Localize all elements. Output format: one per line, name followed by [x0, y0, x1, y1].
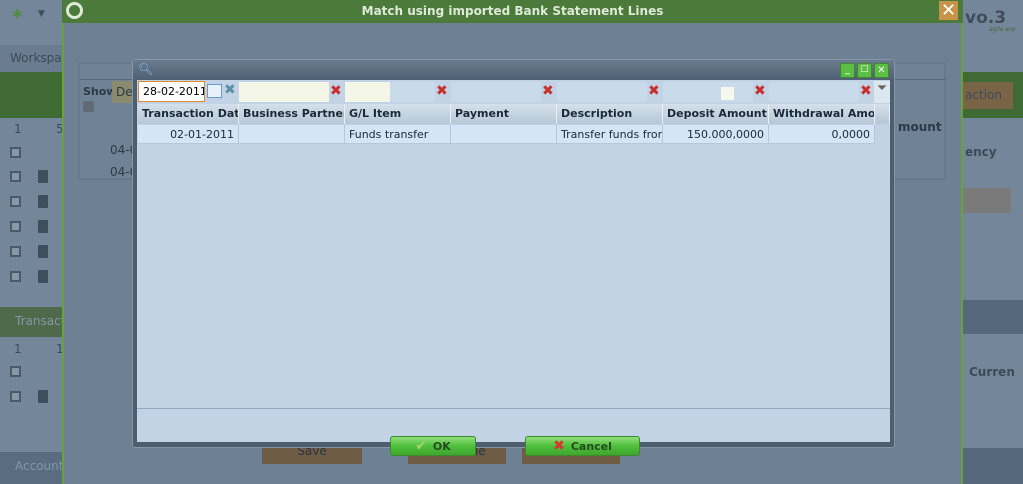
withdrawal-amount-filter[interactable]	[769, 82, 859, 102]
checkbox	[10, 171, 21, 182]
business-partner-filter[interactable]	[239, 82, 329, 102]
checkbox	[10, 246, 21, 257]
close-dialog-button[interactable]: ✕	[939, 1, 958, 20]
currency-header: Currenc	[969, 365, 1015, 379]
cell-payment	[451, 125, 557, 144]
new-transaction-button: action	[963, 82, 1013, 109]
selector-dialog-body: ✖ ✖ ✖ ✖ ✖ ✖ ✖ ⏷ Transaction Date Busines…	[137, 80, 890, 456]
column-header-description[interactable]: Description	[557, 104, 663, 124]
workspace-tab: Workspac	[0, 45, 62, 72]
cell-description: Transfer funds from	[557, 125, 663, 144]
clear-filter-icon[interactable]: ✖	[542, 83, 554, 99]
document-icon	[38, 195, 48, 208]
document-icon	[38, 170, 48, 183]
amount-header: mount	[898, 120, 942, 134]
background-app: * ▼ Workspac 1 5 Transact 1 1 Accounti	[0, 0, 64, 484]
cell-business-partner	[239, 125, 345, 144]
document-icon	[38, 245, 48, 258]
checkbox	[10, 391, 21, 402]
column-header-gl-item[interactable]: G/L Item	[345, 104, 451, 124]
ok-label: OK	[432, 439, 451, 453]
transaction-date-filter[interactable]	[138, 81, 205, 102]
minimize-button[interactable]: _	[840, 63, 855, 78]
clear-filter-icon[interactable]: ✖	[648, 83, 660, 99]
column-header-payment[interactable]: Payment	[451, 104, 557, 124]
checkbox	[83, 101, 94, 112]
column-header-withdrawal-amount[interactable]: Withdrawal Amount	[769, 104, 875, 124]
search-icon: 🔍︎	[138, 62, 154, 76]
calendar-icon[interactable]	[207, 84, 222, 98]
cell-withdrawal-amount: 0,0000	[769, 125, 875, 144]
column-header-filler	[875, 104, 890, 124]
row-number: 1	[14, 122, 22, 136]
clear-filter-icon[interactable]: ✖	[754, 83, 766, 99]
description-filter[interactable]	[557, 82, 647, 102]
cancel-label: Cancel	[570, 439, 612, 453]
column-header-business-partner[interactable]: Business Partner	[239, 104, 345, 124]
show-select: De	[112, 81, 133, 103]
clear-date-filter-icon[interactable]: ✖	[224, 82, 236, 98]
clear-filter-icon[interactable]: ✖	[860, 83, 872, 99]
column-header-deposit-amount[interactable]: Deposit Amount	[663, 104, 769, 124]
transaction-section: Transact	[0, 307, 62, 337]
ok-button[interactable]: ✔ OK	[390, 436, 476, 456]
logo-tagline: agile erp	[989, 26, 1016, 33]
document-icon	[38, 390, 48, 403]
checkbox	[10, 196, 21, 207]
cell-gl-item: Funds transfer	[345, 125, 451, 144]
dialog-title-text: Match using imported Bank Statement Line…	[361, 4, 664, 18]
clear-filter-icon[interactable]: ✖	[330, 83, 342, 99]
deposit-amount-filter[interactable]	[663, 82, 753, 102]
filter-funnel-icon[interactable]: ⏷	[874, 81, 890, 103]
row-number: 1	[14, 342, 22, 356]
background-app-right: vo.3 agile erp action ency Currenc	[963, 0, 1023, 484]
cell-deposit-amount: 150.000,0000	[663, 125, 769, 144]
checkbox	[10, 271, 21, 282]
clear-filter-icon[interactable]: ✖	[436, 83, 448, 99]
payment-filter[interactable]	[451, 82, 541, 102]
selector-dialog: 🔍︎ _ ☐ ✕ ✖ ✖ ✖ ✖ ✖ ✖ ✖ ⏷ Transaction Dat…	[132, 59, 895, 456]
cell-transaction-date: 02-01-2011	[138, 125, 239, 144]
cancel-x-icon: ✖	[553, 438, 565, 454]
selector-dialog-titlebar: 🔍︎ _ ☐ ✕	[133, 60, 894, 80]
app-menu-icon: *	[12, 5, 23, 29]
document-icon	[38, 270, 48, 283]
column-header-transaction-date[interactable]: Transaction Date	[138, 104, 239, 124]
currency-header: ency	[965, 145, 997, 159]
cancel-button[interactable]: ✖ Cancel	[525, 436, 640, 456]
logo: vo.3	[965, 8, 1007, 28]
openbravo-logo-icon	[66, 2, 83, 19]
checkbox	[10, 221, 21, 232]
gl-item-filter[interactable]	[345, 82, 435, 102]
maximize-button[interactable]: ☐	[857, 63, 872, 78]
checkbox	[10, 147, 21, 158]
accounting-section: Accounti	[0, 452, 62, 484]
bg-toolbar	[0, 72, 62, 118]
close-button[interactable]: ✕	[874, 63, 889, 78]
outer-dialog-title: Match using imported Bank Statement Line…	[62, 0, 963, 23]
document-icon	[38, 220, 48, 233]
checkmark-icon: ✔	[415, 438, 427, 454]
footer-divider	[137, 408, 890, 409]
dropdown-icon: ▼	[38, 9, 45, 19]
save-button: Save	[262, 447, 362, 464]
checkbox	[10, 366, 21, 377]
